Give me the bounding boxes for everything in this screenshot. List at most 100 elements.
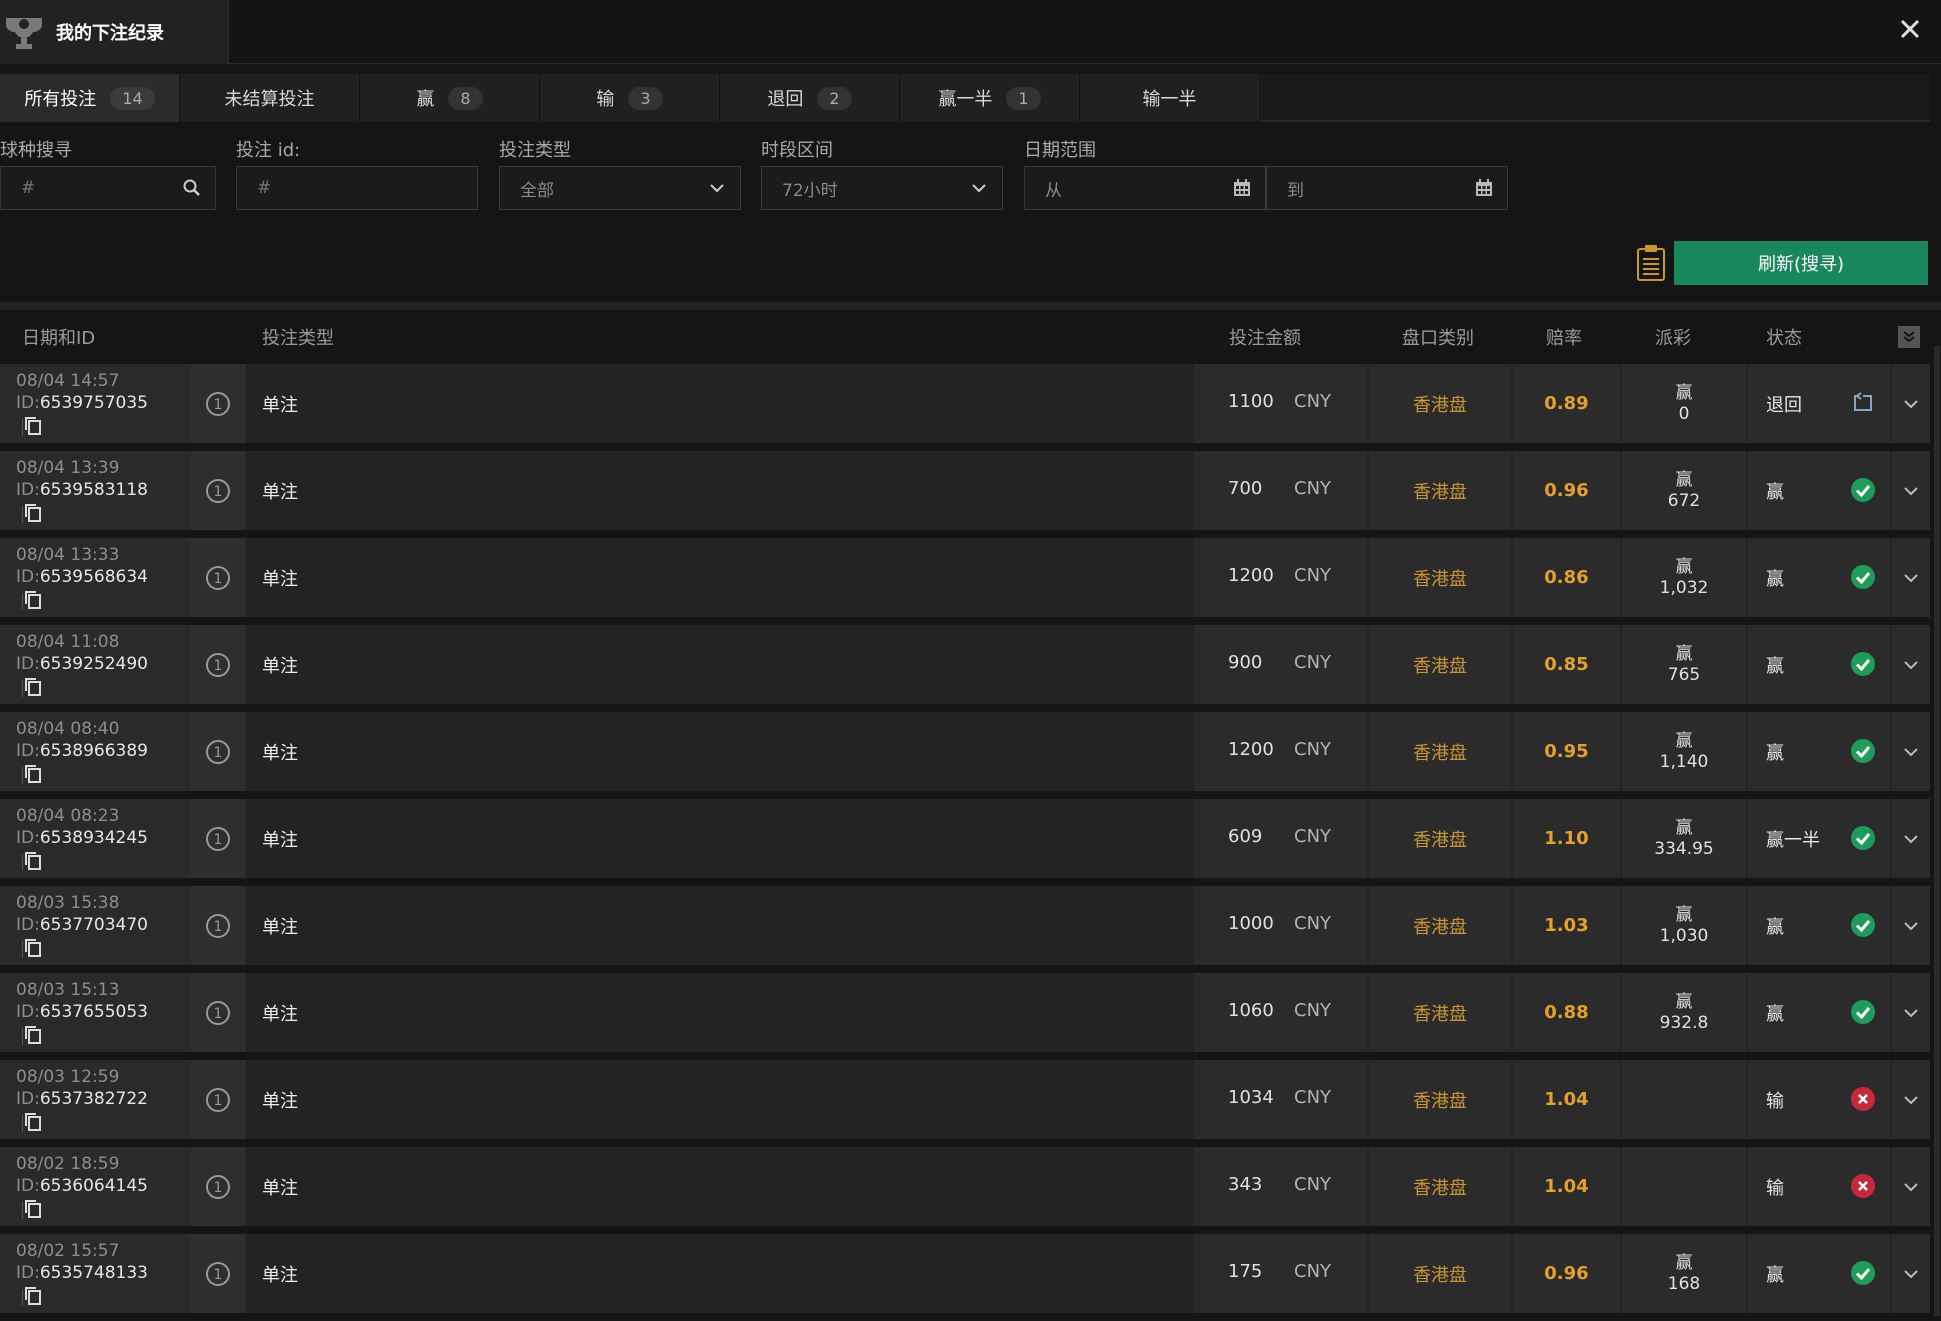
status-cell: 输 [1748, 1060, 1890, 1139]
top-bar: 我的下注纪录 [0, 0, 1941, 64]
calendar-icon[interactable] [1473, 177, 1495, 199]
payout-cell: 赢 1,140 [1622, 712, 1746, 791]
table-row[interactable]: 08/03 15:13 ID:6537655053 1 单注 1060 CNY … [0, 973, 1930, 1052]
cross-icon [1851, 1087, 1875, 1111]
currency: CNY [1294, 826, 1332, 847]
bet-number-cell: 1 [190, 1060, 246, 1139]
table-row[interactable]: 08/02 15:57 ID:6535748133 1 单注 175 CNY 香… [0, 1234, 1930, 1313]
close-button[interactable] [1893, 12, 1927, 46]
sport-search-input[interactable] [21, 178, 171, 198]
expand-row-button[interactable] [1892, 886, 1930, 965]
bet-id-field[interactable] [236, 166, 478, 210]
refresh-search-button[interactable]: 刷新(搜寻) [1674, 241, 1928, 285]
currency: CNY [1294, 478, 1332, 499]
chevron-down-icon [1904, 1095, 1918, 1104]
expand-row-button[interactable] [1892, 364, 1930, 443]
bet-id: 6538934245 [39, 828, 149, 848]
date-from-field[interactable]: 从 [1024, 166, 1266, 210]
bet-date: 08/03 15:13 [16, 980, 120, 1000]
period-select[interactable]: 72小时 [761, 166, 1003, 210]
expand-row-button[interactable] [1892, 973, 1930, 1052]
check-icon [1851, 1000, 1875, 1024]
tab-half-lose[interactable]: 输一半 [1080, 74, 1260, 122]
payout-value: 168 [1667, 1273, 1701, 1294]
table-row[interactable]: 08/04 13:33 ID:6539568634 1 单注 1200 CNY … [0, 538, 1930, 617]
copy-icon[interactable] [24, 1025, 42, 1045]
table-row[interactable]: 08/03 15:38 ID:6537703470 1 单注 1000 CNY … [0, 886, 1930, 965]
tab-refund[interactable]: 退回 2 [720, 74, 900, 122]
table-row[interactable]: 08/03 12:59 ID:6537382722 1 单注 1034 CNY … [0, 1060, 1930, 1139]
bet-date: 08/03 12:59 [16, 1067, 120, 1087]
expand-row-button[interactable] [1892, 712, 1930, 791]
bet-number-cell: 1 [190, 712, 246, 791]
double-chevron-down-icon [1903, 331, 1915, 343]
status-text: 输 [1766, 1178, 1784, 1199]
currency: CNY [1294, 565, 1332, 586]
status-cell: 赢 [1748, 712, 1890, 791]
copy-icon[interactable] [24, 764, 42, 784]
table-row[interactable]: 08/02 18:59 ID:6536064145 1 单注 343 CNY 香… [0, 1147, 1930, 1226]
tab-unsettled[interactable]: 未结算投注 [180, 74, 360, 122]
date-id-cell: 08/04 13:39 ID:6539583118 [0, 451, 190, 530]
copy-icon[interactable] [24, 503, 42, 523]
calendar-icon[interactable] [1231, 177, 1253, 199]
copy-icon[interactable] [24, 590, 42, 610]
copy-icon[interactable] [24, 938, 42, 958]
expand-row-button[interactable] [1892, 1060, 1930, 1139]
currency: CNY [1294, 913, 1332, 934]
payout-cell: 赢 672 [1622, 451, 1746, 530]
bet-id-input[interactable] [257, 178, 407, 198]
bet-number-cell: 1 [190, 886, 246, 965]
scrollbar[interactable] [1934, 346, 1940, 1316]
search-icon[interactable] [181, 177, 203, 199]
copy-icon[interactable] [24, 416, 42, 436]
expand-all-button[interactable] [1898, 326, 1920, 348]
status-cell: 赢 [1748, 886, 1890, 965]
expand-row-button[interactable] [1892, 538, 1930, 617]
check-icon [1851, 478, 1875, 502]
bet-number-cell: 1 [190, 451, 246, 530]
copy-icon[interactable] [24, 677, 42, 697]
table-row[interactable]: 08/04 14:57 ID:6539757035 1 单注 1100 CNY … [0, 364, 1930, 443]
market-type: 香港盘 [1369, 1147, 1511, 1226]
cross-icon [1851, 1174, 1875, 1198]
expand-row-button[interactable] [1892, 451, 1930, 530]
expand-row-button[interactable] [1892, 625, 1930, 704]
status-text: 赢 [1766, 1265, 1784, 1286]
bet-date: 08/04 14:57 [16, 371, 120, 391]
clipboard-icon[interactable] [1636, 244, 1666, 282]
payout-cell: 赢 932.8 [1622, 973, 1746, 1052]
tab-label: 输 [596, 89, 615, 110]
bet-date: 08/04 08:40 [16, 719, 120, 739]
bet-type-select[interactable]: 全部 [499, 166, 741, 210]
bet-type: 单注 [262, 1264, 298, 1286]
table-row[interactable]: 08/04 13:39 ID:6539583118 1 单注 700 CNY 香… [0, 451, 1930, 530]
payout-cell: 赢 0 [1622, 364, 1746, 443]
tab-lose[interactable]: 输3 [540, 74, 720, 122]
copy-icon[interactable] [24, 851, 42, 871]
currency: CNY [1294, 652, 1332, 673]
payout-value: 334.95 [1654, 838, 1714, 859]
tab-win[interactable]: 赢8 [360, 74, 540, 122]
sport-search-field[interactable] [0, 166, 216, 210]
amount-cell: 700 CNY [1194, 451, 1367, 530]
date-to-field[interactable]: 到 [1266, 166, 1508, 210]
table-row[interactable]: 08/04 11:08 ID:6539252490 1 单注 900 CNY 香… [0, 625, 1930, 704]
expand-row-button[interactable] [1892, 799, 1930, 878]
svg-text:1: 1 [214, 832, 223, 848]
copy-icon[interactable] [24, 1199, 42, 1219]
payout-cell: 赢 168 [1622, 1234, 1746, 1313]
trophy-icon [6, 18, 42, 49]
copy-icon[interactable] [24, 1286, 42, 1306]
expand-row-button[interactable] [1892, 1147, 1930, 1226]
copy-icon[interactable] [24, 1112, 42, 1132]
bet-id: 6539252490 [39, 654, 149, 674]
tab-half-win[interactable]: 赢一半 1 [900, 74, 1080, 122]
table-row[interactable]: 08/04 08:40 ID:6538966389 1 单注 1200 CNY … [0, 712, 1930, 791]
expand-row-button[interactable] [1892, 1234, 1930, 1313]
market-type: 香港盘 [1369, 1234, 1511, 1313]
tab-all-bets[interactable]: 所有投注 14 [0, 74, 180, 122]
currency: CNY [1294, 1087, 1332, 1108]
payout-label: 赢 [1675, 556, 1693, 577]
table-row[interactable]: 08/04 08:23 ID:6538934245 1 单注 609 CNY 香… [0, 799, 1930, 878]
